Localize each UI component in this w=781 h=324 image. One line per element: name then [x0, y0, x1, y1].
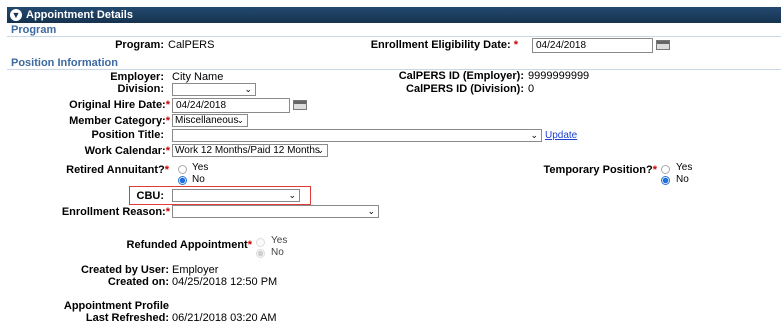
refunded-no-label: No	[271, 247, 284, 258]
calendar-icon[interactable]	[293, 100, 307, 110]
work-calendar-selected: Work 12 Months/Paid 12 Months	[175, 145, 320, 156]
position-section-heading: Position Information	[11, 57, 118, 69]
created-on-value: 04/25/2018 12:50 PM	[172, 276, 278, 288]
refunded-appointment-label: Refunded Appointment*	[126, 239, 252, 251]
hire-date-input[interactable]: 04/24/2018	[172, 98, 290, 113]
eligibility-date-input[interactable]: 04/24/2018	[532, 38, 653, 53]
retired-no-radio[interactable]	[178, 176, 187, 185]
refunded-no-radio	[256, 249, 265, 258]
enrollment-reason-select[interactable]: ⌄	[172, 205, 379, 218]
member-category-select[interactable]: Miscellaneous ⌄	[172, 114, 248, 127]
temporary-no-radio[interactable]	[661, 176, 670, 185]
refunded-yes-radio	[256, 238, 265, 247]
calpers-employer-id-value: 9999999999	[528, 70, 590, 82]
division-label: Division:	[117, 83, 164, 95]
required-marker: *	[165, 206, 170, 218]
temporary-position-label: Temporary Position?*	[543, 164, 657, 176]
section-divider	[7, 69, 781, 70]
required-marker: *	[164, 164, 169, 176]
created-by-value: Employer	[172, 264, 219, 276]
retired-yes-label: Yes	[192, 162, 209, 173]
required-marker: *	[652, 164, 657, 176]
employer-label: Employer:	[110, 71, 164, 83]
calendar-icon[interactable]	[656, 40, 670, 50]
panel-title: Appointment Details	[26, 9, 133, 21]
employer-value: City Name	[172, 71, 224, 83]
chevron-down-icon: ⌄	[316, 145, 324, 155]
update-link[interactable]: Update	[545, 130, 577, 141]
required-marker: *	[165, 115, 170, 127]
chevron-down-icon: ⌄	[367, 206, 375, 216]
work-calendar-select[interactable]: Work 12 Months/Paid 12 Months ⌄	[172, 144, 328, 157]
chevron-down-icon: ⌄	[288, 190, 296, 200]
division-select[interactable]: ⌄	[172, 83, 256, 96]
retired-annuitant-label: Retired Annuitant?*	[66, 164, 169, 176]
program-section-heading: Program	[11, 24, 57, 36]
last-refreshed-value: 06/21/2018 03:20 AM	[172, 312, 277, 324]
refunded-yes-label: Yes	[271, 235, 288, 246]
collapse-chevron-icon[interactable]: ▼	[10, 9, 22, 21]
temporary-yes-label: Yes	[676, 162, 693, 173]
calpers-division-id-value: 0	[528, 83, 535, 95]
work-calendar-label: Work Calendar:*	[84, 145, 170, 157]
hire-date-label: Original Hire Date:*	[69, 99, 170, 111]
section-divider	[7, 36, 781, 37]
member-category-selected: Miscellaneous	[175, 115, 239, 126]
position-title-label: Position Title:	[91, 129, 164, 141]
required-marker: *	[247, 239, 252, 251]
required-marker: *	[165, 145, 170, 157]
chevron-down-icon: ⌄	[244, 84, 252, 94]
eligibility-date-label: Enrollment Eligibility Date: *	[370, 39, 518, 51]
cbu-label: CBU:	[136, 190, 165, 202]
program-label: Program:	[115, 39, 164, 51]
required-marker: *	[513, 39, 518, 51]
chevron-down-icon: ⌄	[236, 115, 244, 125]
required-marker: *	[165, 99, 170, 111]
panel-header[interactable]: ▼ Appointment Details	[7, 7, 781, 23]
enrollment-reason-label: Enrollment Reason:*	[61, 206, 170, 218]
calpers-employer-id-label: CalPERS ID (Employer):	[398, 70, 524, 82]
last-refreshed-label: Last Refreshed:	[85, 312, 169, 324]
created-by-label: Created by User:	[80, 264, 169, 276]
program-value: CalPERS	[168, 39, 215, 51]
created-on-label: Created on:	[107, 276, 169, 288]
position-title-select[interactable]: ⌄	[172, 129, 542, 142]
appointment-profile-label: Appointment Profile	[63, 300, 169, 312]
retired-no-label: No	[192, 174, 205, 185]
temporary-yes-radio[interactable]	[661, 165, 670, 174]
member-category-label: Member Category:*	[69, 115, 170, 127]
chevron-down-icon: ⌄	[530, 130, 538, 140]
cbu-select[interactable]: ⌄	[172, 189, 300, 202]
retired-yes-radio[interactable]	[178, 165, 187, 174]
calpers-division-id-label: CalPERS ID (Division):	[406, 83, 524, 95]
temporary-no-label: No	[676, 174, 689, 185]
